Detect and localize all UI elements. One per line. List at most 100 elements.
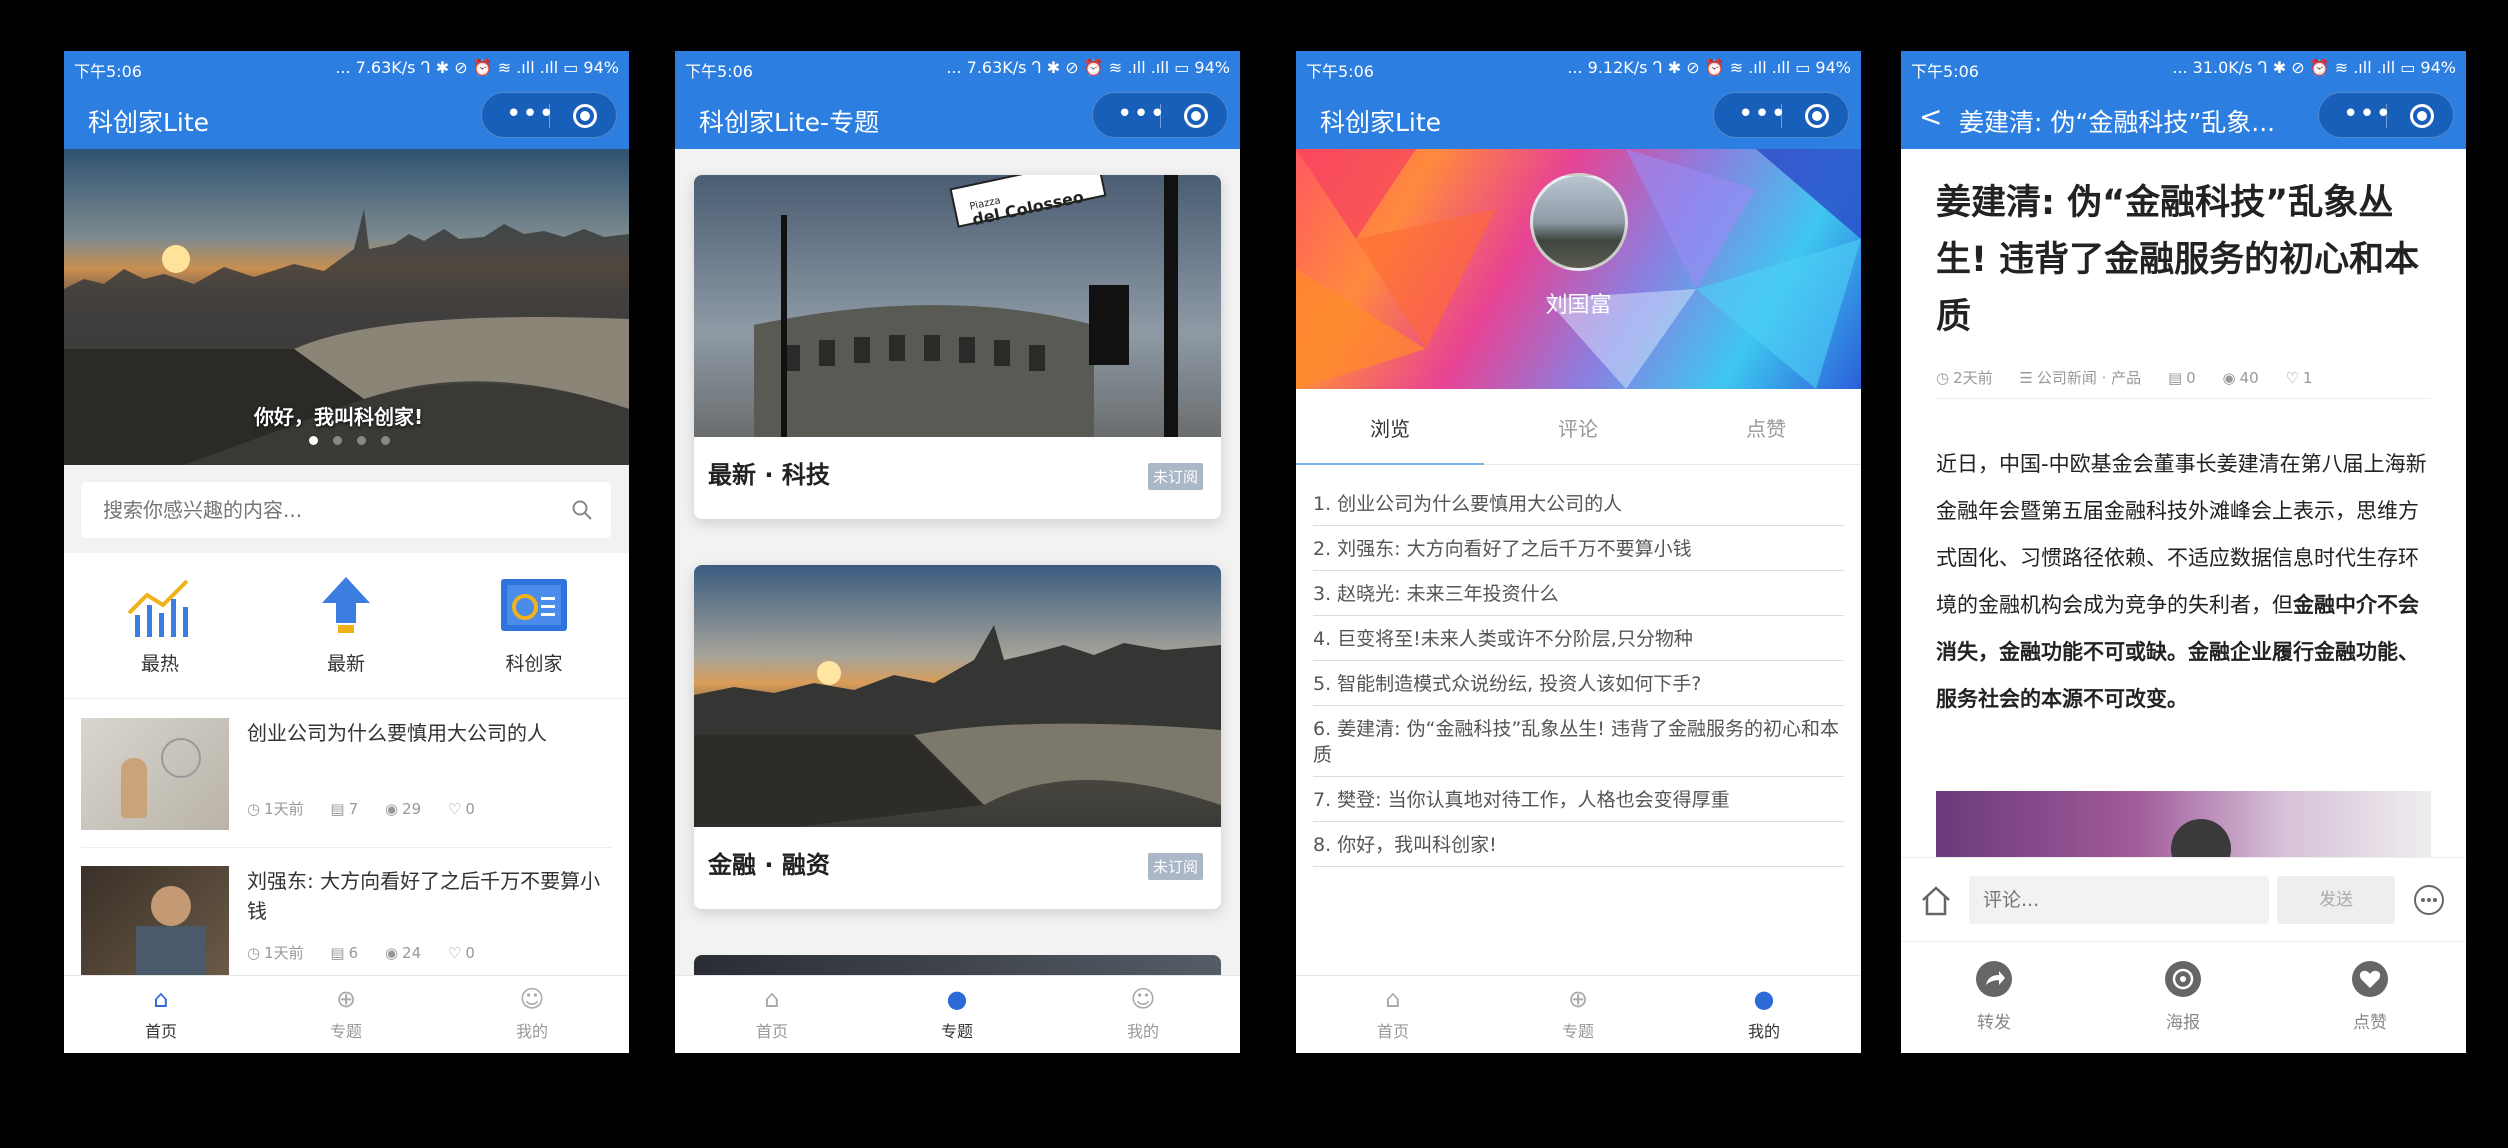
topic-icon: ●: [946, 985, 968, 1013]
tab-bar: ⌂ 首页 ● 专题 ☺ 我的: [675, 975, 1240, 1053]
carousel-dots: [309, 430, 391, 449]
article-likes: 0: [465, 944, 475, 962]
carousel-dot-active[interactable]: [309, 436, 318, 445]
clock-icon: ◷: [247, 800, 261, 818]
menu-capsule[interactable]: •••: [1713, 92, 1849, 138]
user-icon: ●: [1753, 985, 1775, 1013]
menu-capsule[interactable]: •••: [2318, 92, 2454, 138]
category-new[interactable]: 最新: [286, 575, 406, 676]
article-item[interactable]: 创业公司为什么要慎用大公司的人 ◷ 1天前 ▤ 7 ◉ 29 ♡ 0: [81, 700, 612, 848]
tab-mine[interactable]: ☺ 我的: [472, 984, 592, 1042]
article-meta: ◷ 1天前 ▤ 7 ◉ 29 ♡ 0: [247, 798, 497, 819]
like-button[interactable]: 点赞: [2310, 960, 2430, 1033]
back-icon[interactable]: <: [1919, 103, 1942, 131]
menu-capsule[interactable]: •••: [481, 92, 617, 138]
category-grid: 最热 最新 科创家: [64, 553, 629, 699]
article-headline: 姜建清: 伪“金融科技”乱象丛生! 违背了金融服务的初心和本质: [1936, 183, 2420, 337]
list-item[interactable]: 5. 智能制造模式众说纷纭, 投资人该如何下手?: [1313, 661, 1844, 706]
tab-comments[interactable]: 评论: [1484, 413, 1672, 442]
nav-bar: 科创家Lite-专题 •••: [675, 83, 1240, 149]
article-body: 近日，中国-中欧基金会董事长姜建清在第八届上海新金融年会暨第五届金融科技外滩峰会…: [1936, 441, 2431, 723]
category-hot[interactable]: 最热: [100, 575, 220, 676]
tab-topic[interactable]: ⊕ 专题: [286, 984, 406, 1042]
subscribe-badge[interactable]: 未订阅: [1147, 853, 1203, 880]
action-bar: 转发 海报 点赞: [1901, 941, 2466, 1053]
category-kechuangjia[interactable]: 科创家: [474, 575, 594, 676]
close-target-icon[interactable]: [2410, 104, 2434, 128]
status-bar: 下午5:06 ... 7.63K/s ᒉ ✱ ⊘ ⏰ ≋ .ıll .ıll ▭ …: [675, 51, 1240, 83]
tab-label: 首页: [1376, 1022, 1409, 1041]
search-icon[interactable]: [571, 499, 593, 521]
list-item[interactable]: 3. 赵晓光: 未来三年投资什么: [1313, 571, 1844, 616]
capsule-divider: [1160, 104, 1161, 128]
tab-label: 首页: [755, 1022, 788, 1041]
tab-likes[interactable]: 点赞: [1672, 413, 1860, 442]
capsule-divider: [1781, 104, 1782, 128]
article-meta: ◷ 2天前 ☰ 公司新闻 · 产品 ▤ 0 ◉ 40 ♡ 1: [1936, 367, 2431, 399]
article-likes: 1: [2302, 369, 2313, 387]
topic-icon: ⊕: [1567, 985, 1589, 1013]
close-target-icon[interactable]: [1184, 104, 1208, 128]
list-item[interactable]: 2. 刘强东: 大方向看好了之后千万不要算小钱: [1313, 526, 1844, 571]
topic-card[interactable]: Piazza del Colosseo 最新 · 科技 未订阅: [694, 175, 1221, 519]
more-circle-icon[interactable]: [2413, 884, 2445, 916]
search-box[interactable]: [81, 482, 611, 538]
more-icon[interactable]: •••: [2343, 101, 2392, 127]
tab-label: 专题: [940, 1022, 973, 1041]
article-item[interactable]: 刘强东: 大方向看好了之后千万不要算小钱 ◷ 1天前 ▤ 6 ◉ 24 ♡ 0: [81, 848, 612, 996]
tab-mine[interactable]: ● 我的: [1704, 984, 1824, 1042]
screen-article: 下午5:06 ... 31.0K/s ᒉ ✱ ⊘ ⏰ ≋ .ıll .ıll ▭ …: [1901, 51, 2466, 1053]
share-button[interactable]: 转发: [1934, 960, 2054, 1033]
list-item[interactable]: 1. 创业公司为什么要慎用大公司的人: [1313, 481, 1844, 526]
capsule-divider: [2386, 104, 2387, 128]
list-item[interactable]: 4. 巨变将至!未来人类或许不分阶层,只分物种: [1313, 616, 1844, 661]
topic-card[interactable]: 金融 · 融资 未订阅: [694, 565, 1221, 909]
dashboard-icon: [501, 579, 567, 631]
like-icon: [2352, 961, 2388, 997]
search-input[interactable]: [103, 494, 543, 526]
carousel-dot[interactable]: [357, 436, 367, 445]
topic-cover-image: [694, 565, 1221, 827]
status-bar: 下午5:06 ... 9.12K/s ᒉ ✱ ⊘ ⏰ ≋ .ıll .ıll ▭ …: [1296, 51, 1861, 83]
menu-capsule[interactable]: •••: [1092, 92, 1228, 138]
list-item[interactable]: 6. 姜建清: 伪“金融科技”乱象丛生! 违背了金融服务的初心和本质: [1313, 706, 1844, 777]
home-icon: ⌂: [764, 985, 780, 1013]
more-icon[interactable]: •••: [1738, 101, 1787, 127]
status-bar: 下午5:06 ... 7.63K/s ᒉ ✱ ⊘ ⏰ ≋ .ıll .ıll ▭ …: [64, 51, 629, 83]
article-views: 24: [402, 944, 422, 962]
upload-arrow-icon: [322, 577, 370, 633]
close-target-icon[interactable]: [1805, 104, 1829, 128]
poster-button[interactable]: 海报: [2123, 960, 2243, 1033]
list-item[interactable]: 7. 樊登: 当你认真地对待工作，人格也会变得厚重: [1313, 777, 1844, 822]
home-icon: ⌂: [1385, 985, 1401, 1013]
close-target-icon[interactable]: [573, 104, 597, 128]
tab-home[interactable]: ⌂ 首页: [712, 984, 832, 1042]
profile-header: 刘国富: [1296, 149, 1861, 389]
article-time: 1天前: [264, 944, 304, 962]
status-bar: 下午5:06 ... 31.0K/s ᒉ ✱ ⊘ ⏰ ≋ .ıll .ıll ▭ …: [1901, 51, 2466, 83]
tab-mine[interactable]: ☺ 我的: [1083, 984, 1203, 1042]
category-icon: ☰: [2019, 369, 2033, 387]
clock-icon: ◷: [247, 944, 261, 962]
more-icon[interactable]: •••: [1117, 101, 1166, 127]
list-item[interactable]: 8. 你好，我叫科创家!: [1313, 822, 1844, 867]
carousel-dot[interactable]: [381, 436, 391, 445]
subscribe-badge[interactable]: 未订阅: [1147, 463, 1203, 490]
eye-icon: ◉: [2222, 369, 2236, 387]
avatar[interactable]: [1530, 173, 1628, 271]
tab-active-indicator: [1296, 463, 1484, 465]
page-title: 科创家Lite: [88, 108, 210, 137]
carousel-dot[interactable]: [333, 436, 343, 445]
send-button[interactable]: 发送: [2277, 876, 2395, 924]
tab-label: 我的: [1126, 1022, 1159, 1041]
comment-input[interactable]: [1969, 876, 2269, 924]
home-icon[interactable]: [1919, 884, 1953, 918]
banner-carousel[interactable]: 你好，我叫科创家!: [64, 149, 629, 465]
tab-home[interactable]: ⌂ 首页: [101, 984, 221, 1042]
more-icon[interactable]: •••: [506, 101, 555, 127]
tab-browse[interactable]: 浏览: [1296, 413, 1484, 442]
tab-topic[interactable]: ⊕ 专题: [1518, 984, 1638, 1042]
tab-topic[interactable]: ● 专题: [897, 984, 1017, 1042]
status-time: 下午5:06: [74, 62, 142, 81]
tab-home[interactable]: ⌂ 首页: [1333, 984, 1453, 1042]
